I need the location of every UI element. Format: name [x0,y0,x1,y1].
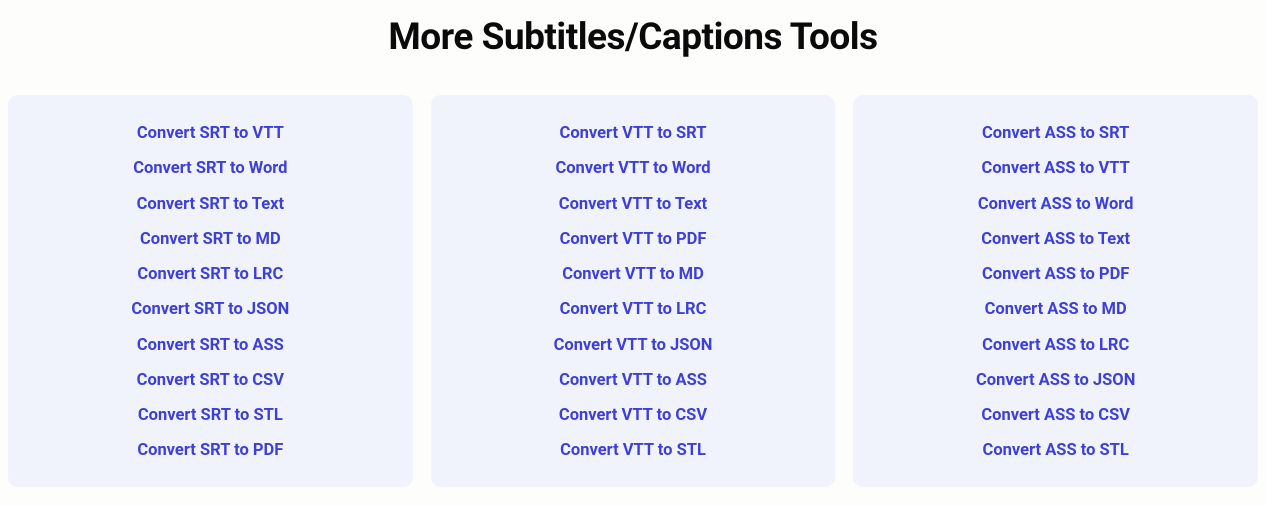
tool-link[interactable]: Convert VTT to JSON [554,335,713,357]
tool-link[interactable]: Convert VTT to PDF [560,229,707,251]
tool-link[interactable]: Convert VTT to ASS [559,370,707,392]
tool-link[interactable]: Convert SRT to MD [140,229,281,251]
tool-link[interactable]: Convert ASS to JSON [976,370,1135,392]
tool-link[interactable]: Convert SRT to CSV [137,370,284,392]
tool-link[interactable]: Convert ASS to MD [985,299,1127,321]
tool-link[interactable]: Convert ASS to VTT [982,158,1130,180]
tool-link[interactable]: Convert VTT to LRC [560,299,707,321]
tool-link[interactable]: Convert SRT to LRC [137,264,283,286]
tool-link[interactable]: Convert VTT to MD [562,264,704,286]
tool-link[interactable]: Convert ASS to STL [983,440,1129,462]
tool-link[interactable]: Convert ASS to Text [981,229,1130,251]
tools-card-srt: Convert SRT to VTT Convert SRT to Word C… [8,95,413,487]
tool-link[interactable]: Convert ASS to LRC [982,335,1129,357]
tool-link[interactable]: Convert VTT to CSV [559,405,707,427]
tool-link[interactable]: Convert ASS to Word [978,194,1134,216]
tool-link[interactable]: Convert SRT to STL [138,405,283,427]
tool-link[interactable]: Convert VTT to Text [559,194,707,216]
tool-link[interactable]: Convert VTT to STL [560,440,706,462]
columns-container: Convert SRT to VTT Convert SRT to Word C… [8,95,1258,487]
tool-link[interactable]: Convert ASS to CSV [981,405,1130,427]
tool-link[interactable]: Convert SRT to VTT [137,123,284,145]
tool-link[interactable]: Convert VTT to Word [555,158,710,180]
tools-card-ass: Convert ASS to SRT Convert ASS to VTT Co… [853,95,1258,487]
tool-link[interactable]: Convert SRT to ASS [137,335,284,357]
tool-link[interactable]: Convert SRT to Text [137,194,285,216]
tool-link[interactable]: Convert VTT to SRT [560,123,707,145]
tool-link[interactable]: Convert ASS to SRT [982,123,1129,145]
tool-link[interactable]: Convert ASS to PDF [982,264,1129,286]
page-title: More Subtitles/Captions Tools [8,16,1258,59]
tools-card-vtt: Convert VTT to SRT Convert VTT to Word C… [431,95,836,487]
tool-link[interactable]: Convert SRT to JSON [131,299,289,321]
tool-link[interactable]: Convert SRT to Word [133,158,287,180]
tool-link[interactable]: Convert SRT to PDF [137,440,283,462]
